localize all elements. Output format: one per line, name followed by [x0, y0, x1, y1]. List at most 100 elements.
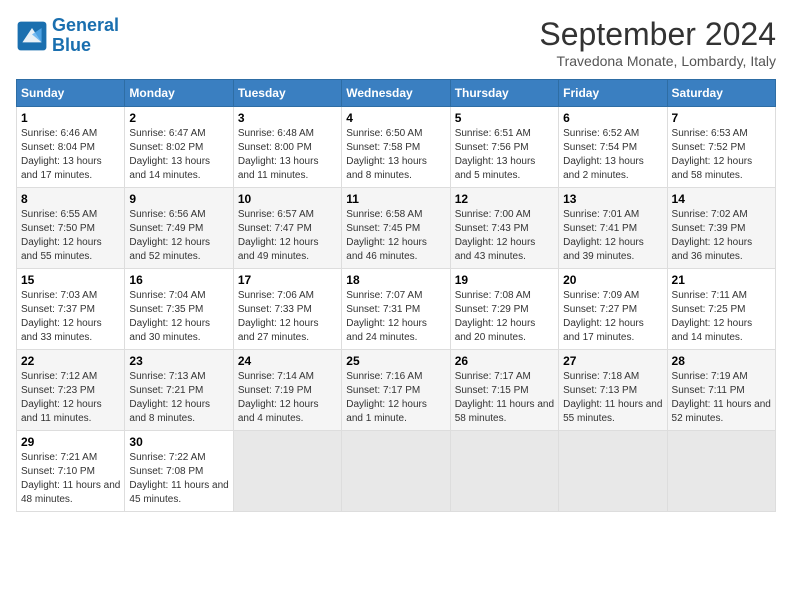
day-info: Sunrise: 7:01 AMSunset: 7:41 PMDaylight:… — [563, 208, 662, 264]
day-info: Sunrise: 7:11 AMSunset: 7:25 PMDaylight:… — [672, 289, 771, 345]
day-cell: 23Sunrise: 7:13 AMSunset: 7:21 PMDayligh… — [125, 350, 233, 431]
column-header-friday: Friday — [559, 80, 667, 107]
column-header-monday: Monday — [125, 80, 233, 107]
day-number: 19 — [455, 273, 554, 287]
day-number: 30 — [129, 435, 228, 449]
day-cell — [559, 431, 667, 512]
day-cell: 11 Sunrise: 6:58 AMSunset: 7:45 PMDayligh… — [342, 188, 450, 269]
day-cell — [233, 431, 341, 512]
day-cell — [342, 431, 450, 512]
day-info: Sunrise: 7:19 AMSunset: 7:11 PMDaylight:… — [672, 370, 771, 426]
day-cell: 8 Sunrise: 6:55 AMSunset: 7:50 PMDaylight… — [17, 188, 125, 269]
day-number: 3 — [238, 111, 337, 125]
day-info: Sunrise: 7:06 AMSunset: 7:33 PMDaylight:… — [238, 289, 337, 345]
column-header-tuesday: Tuesday — [233, 80, 341, 107]
day-cell: 28 Sunrise: 7:19 AMSunset: 7:11 PMDayligh… — [667, 350, 775, 431]
day-info: Sunrise: 7:03 AMSunset: 7:37 PMDaylight:… — [21, 289, 120, 345]
day-cell: 22 Sunrise: 7:12 AMSunset: 7:23 PMDayligh… — [17, 350, 125, 431]
day-info: Sunrise: 7:21 AMSunset: 7:10 PMDaylight:… — [21, 451, 120, 507]
day-cell: 3 Sunrise: 6:48 AMSunset: 8:00 PMDaylight… — [233, 107, 341, 188]
day-cell: 16 Sunrise: 7:04 AMSunset: 7:35 PMDayligh… — [125, 269, 233, 350]
header-row: SundayMondayTuesdayWednesdayThursdayFrid… — [17, 80, 776, 107]
day-info: Sunrise: 7:14 AMSunset: 7:19 PMDaylight:… — [238, 370, 337, 426]
day-cell — [450, 431, 558, 512]
day-number: 20 — [563, 273, 662, 287]
day-info: Sunrise: 7:08 AMSunset: 7:29 PMDaylight:… — [455, 289, 554, 345]
day-info: Sunrise: 6:58 AMSunset: 7:45 PMDaylight:… — [346, 208, 445, 264]
page-title: September 2024 — [539, 16, 776, 53]
day-number: 12 — [455, 192, 554, 206]
day-number: 13 — [563, 192, 662, 206]
day-number: 24 — [238, 354, 337, 368]
day-cell: 15 Sunrise: 7:03 AMSunset: 7:37 PMDayligh… — [17, 269, 125, 350]
day-info: Sunrise: 6:52 AMSunset: 7:54 PMDaylight:… — [563, 127, 662, 183]
day-info: Sunrise: 6:50 AMSunset: 7:58 PMDaylight:… — [346, 127, 445, 183]
page-subtitle: Travedona Monate, Lombardy, Italy — [539, 53, 776, 69]
column-header-saturday: Saturday — [667, 80, 775, 107]
day-number: 25 — [346, 354, 445, 368]
day-info: Sunrise: 7:22 AMSunset: 7:08 PMDaylight:… — [129, 451, 228, 507]
day-cell: 18 Sunrise: 7:07 AMSunset: 7:31 PMDayligh… — [342, 269, 450, 350]
day-number: 22 — [21, 354, 120, 368]
day-info: Sunrise: 7:16 AMSunset: 7:17 PMDaylight:… — [346, 370, 445, 426]
day-cell: 20 Sunrise: 7:09 AMSunset: 7:27 PMDayligh… — [559, 269, 667, 350]
day-info: Sunrise: 6:47 AMSunset: 8:02 PMDaylight:… — [129, 127, 228, 183]
day-cell: 30 Sunrise: 7:22 AMSunset: 7:08 PMDayligh… — [125, 431, 233, 512]
day-number: 2 — [129, 111, 228, 125]
calendar-body: 1 Sunrise: 6:46 AMSunset: 8:04 PMDaylight… — [17, 107, 776, 512]
day-cell: 6 Sunrise: 6:52 AMSunset: 7:54 PMDaylight… — [559, 107, 667, 188]
day-info: Sunrise: 7:12 AMSunset: 7:23 PMDaylight:… — [21, 370, 120, 426]
day-info: Sunrise: 6:53 AMSunset: 7:52 PMDaylight:… — [672, 127, 771, 183]
day-cell: 7 Sunrise: 6:53 AMSunset: 7:52 PMDaylight… — [667, 107, 775, 188]
week-row-5: 29Sunrise: 7:21 AMSunset: 7:10 PMDayligh… — [17, 431, 776, 512]
day-number: 11 — [346, 192, 445, 206]
logo-line1: General — [52, 15, 119, 35]
day-cell: 27 Sunrise: 7:18 AMSunset: 7:13 PMDayligh… — [559, 350, 667, 431]
day-info: Sunrise: 7:00 AMSunset: 7:43 PMDaylight:… — [455, 208, 554, 264]
calendar-table: SundayMondayTuesdayWednesdayThursdayFrid… — [16, 79, 776, 512]
day-cell: 12 Sunrise: 7:00 AMSunset: 7:43 PMDayligh… — [450, 188, 558, 269]
day-cell: 24 Sunrise: 7:14 AMSunset: 7:19 PMDayligh… — [233, 350, 341, 431]
day-number: 7 — [672, 111, 771, 125]
day-cell: 17 Sunrise: 7:06 AMSunset: 7:33 PMDayligh… — [233, 269, 341, 350]
day-number: 1 — [21, 111, 120, 125]
day-number: 27 — [563, 354, 662, 368]
day-info: Sunrise: 6:46 AMSunset: 8:04 PMDaylight:… — [21, 127, 120, 183]
day-number: 6 — [563, 111, 662, 125]
day-number: 18 — [346, 273, 445, 287]
day-info: Sunrise: 6:51 AMSunset: 7:56 PMDaylight:… — [455, 127, 554, 183]
day-number: 26 — [455, 354, 554, 368]
week-row-1: 1 Sunrise: 6:46 AMSunset: 8:04 PMDaylight… — [17, 107, 776, 188]
column-header-thursday: Thursday — [450, 80, 558, 107]
logo-icon — [16, 20, 48, 52]
day-cell: 5Sunrise: 6:51 AMSunset: 7:56 PMDaylight… — [450, 107, 558, 188]
day-number: 28 — [672, 354, 771, 368]
day-number: 15 — [21, 273, 120, 287]
day-cell: 9Sunrise: 6:56 AMSunset: 7:49 PMDaylight… — [125, 188, 233, 269]
day-info: Sunrise: 6:48 AMSunset: 8:00 PMDaylight:… — [238, 127, 337, 183]
day-info: Sunrise: 6:55 AMSunset: 7:50 PMDaylight:… — [21, 208, 120, 264]
day-cell: 4Sunrise: 6:50 AMSunset: 7:58 PMDaylight… — [342, 107, 450, 188]
day-cell: 14 Sunrise: 7:02 AMSunset: 7:39 PMDayligh… — [667, 188, 775, 269]
day-number: 17 — [238, 273, 337, 287]
day-info: Sunrise: 7:02 AMSunset: 7:39 PMDaylight:… — [672, 208, 771, 264]
day-info: Sunrise: 7:09 AMSunset: 7:27 PMDaylight:… — [563, 289, 662, 345]
day-info: Sunrise: 7:18 AMSunset: 7:13 PMDaylight:… — [563, 370, 662, 426]
column-header-wednesday: Wednesday — [342, 80, 450, 107]
day-number: 9 — [129, 192, 228, 206]
day-number: 8 — [21, 192, 120, 206]
calendar-header: SundayMondayTuesdayWednesdayThursdayFrid… — [17, 80, 776, 107]
day-info: Sunrise: 7:04 AMSunset: 7:35 PMDaylight:… — [129, 289, 228, 345]
day-cell: 1 Sunrise: 6:46 AMSunset: 8:04 PMDaylight… — [17, 107, 125, 188]
day-info: Sunrise: 6:57 AMSunset: 7:47 PMDaylight:… — [238, 208, 337, 264]
day-info: Sunrise: 7:07 AMSunset: 7:31 PMDaylight:… — [346, 289, 445, 345]
day-cell: 26 Sunrise: 7:17 AMSunset: 7:15 PMDayligh… — [450, 350, 558, 431]
logo: General Blue — [16, 16, 119, 56]
page-header: General Blue September 2024 Travedona Mo… — [16, 16, 776, 69]
week-row-4: 22 Sunrise: 7:12 AMSunset: 7:23 PMDayligh… — [17, 350, 776, 431]
week-row-3: 15 Sunrise: 7:03 AMSunset: 7:37 PMDayligh… — [17, 269, 776, 350]
day-info: Sunrise: 7:17 AMSunset: 7:15 PMDaylight:… — [455, 370, 554, 426]
day-number: 16 — [129, 273, 228, 287]
day-cell: 19 Sunrise: 7:08 AMSunset: 7:29 PMDayligh… — [450, 269, 558, 350]
day-number: 14 — [672, 192, 771, 206]
